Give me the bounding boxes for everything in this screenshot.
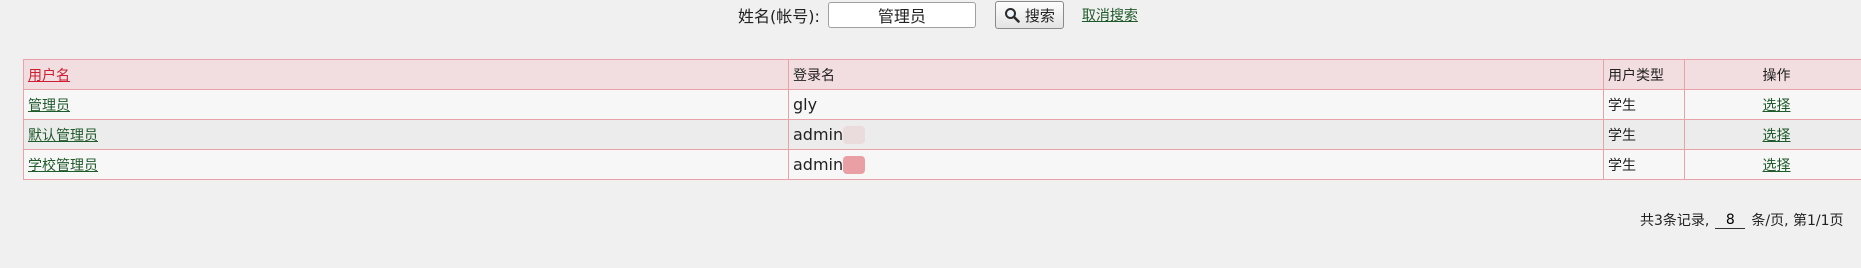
search-bar: 姓名(帐号): 搜索 取消搜索	[738, 1, 1138, 29]
search-button-label: 搜索	[1024, 6, 1055, 25]
page-info: 条/页, 第1/1页	[1751, 213, 1844, 229]
user-type: 学生	[1603, 89, 1685, 120]
page-size-input[interactable]	[1715, 211, 1746, 229]
login-name: admin	[793, 155, 844, 174]
column-header-action: 操作	[1684, 59, 1861, 90]
redaction-mark	[843, 126, 865, 144]
search-button[interactable]: 搜索	[994, 1, 1064, 29]
pagination: 共3条记录, 条/页, 第1/1页	[1640, 210, 1844, 230]
search-label: 姓名(帐号):	[738, 7, 820, 26]
user-table: 用户名 登录名 用户类型 操作 管理员 gly 学生 选择 默认管理员 admi…	[23, 59, 1861, 180]
username-link[interactable]: 管理员	[28, 98, 70, 114]
magnifier-icon	[1004, 8, 1020, 23]
column-header-username: 用户名	[23, 59, 789, 90]
redaction-mark	[843, 156, 865, 174]
column-header-login: 登录名	[788, 59, 1604, 90]
search-input[interactable]	[827, 2, 976, 28]
sort-username-link[interactable]: 用户名	[28, 68, 70, 84]
select-link[interactable]: 选择	[1763, 158, 1791, 174]
table-row: 默认管理员 admin 学生 选择	[23, 119, 1861, 150]
total-records: 共3条记录,	[1640, 213, 1710, 229]
table-row: 管理员 gly 学生 选择	[23, 89, 1861, 120]
cancel-search-link[interactable]: 取消搜索	[1082, 5, 1138, 25]
username-link[interactable]: 学校管理员	[28, 158, 98, 174]
select-link[interactable]: 选择	[1763, 98, 1791, 114]
select-link[interactable]: 选择	[1763, 128, 1791, 144]
username-link[interactable]: 默认管理员	[28, 128, 98, 144]
table-header-row: 用户名 登录名 用户类型 操作	[23, 59, 1861, 90]
table-row: 学校管理员 admin 学生 选择	[23, 149, 1861, 180]
user-type: 学生	[1603, 149, 1685, 180]
login-name: admin	[793, 125, 844, 144]
column-header-type: 用户类型	[1603, 59, 1685, 90]
user-type: 学生	[1603, 119, 1685, 150]
login-name: gly	[793, 95, 818, 114]
